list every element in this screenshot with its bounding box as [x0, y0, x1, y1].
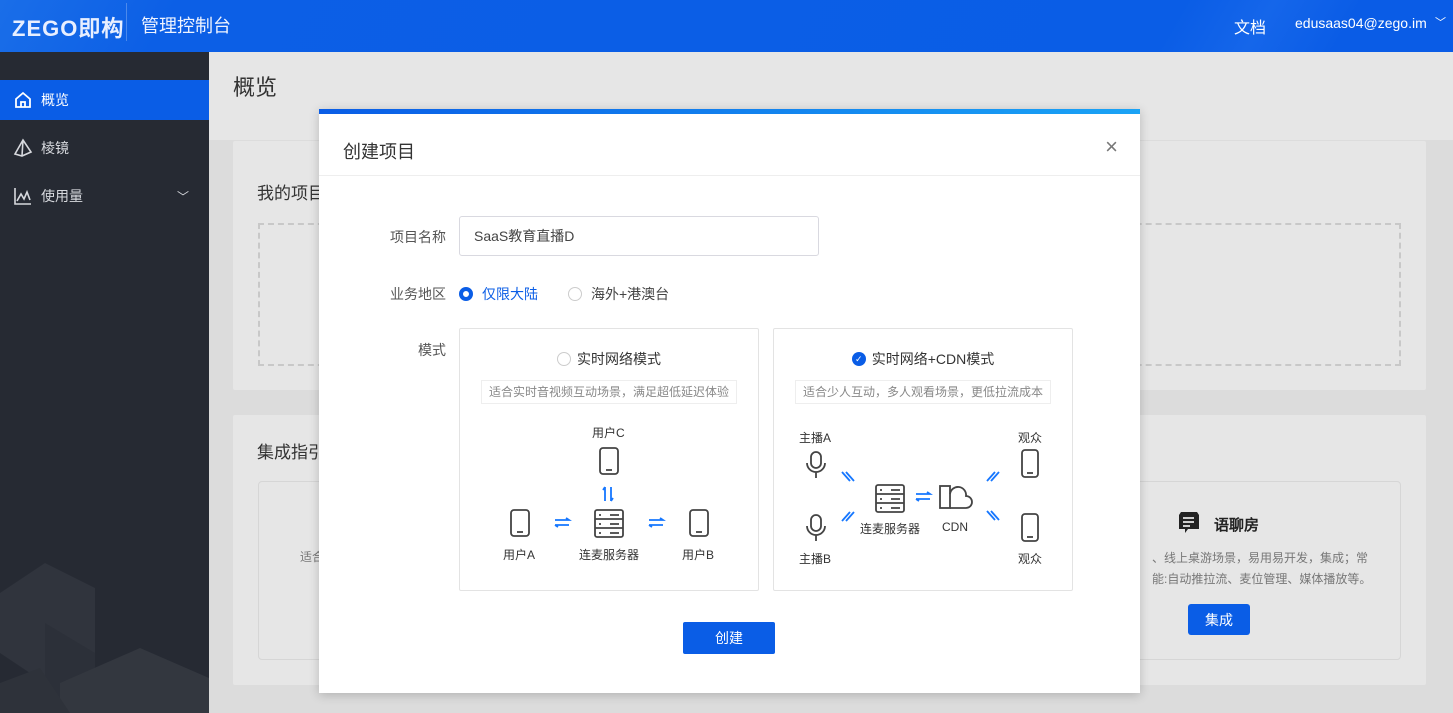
- server-icon: [594, 509, 624, 538]
- region-radio-mainland[interactable]: 仅限大陆: [459, 284, 538, 304]
- zego-logo[interactable]: ZEGO即构: [12, 11, 124, 43]
- chevron-down-icon[interactable]: ﹀: [177, 188, 189, 205]
- diagram-label: 连麦服务器: [860, 522, 921, 536]
- voice-room-title: 语聊房: [1214, 517, 1260, 534]
- project-name-label: 项目名称: [390, 229, 446, 245]
- sidebar-item-label: 使用量: [41, 188, 83, 204]
- region-label: 业务地区: [390, 286, 446, 302]
- page-title: 概览: [233, 75, 278, 100]
- diagram-label: 观众: [1018, 552, 1043, 566]
- header-divider: [126, 3, 127, 41]
- sidebar: 概览 棱镜 使用量 ﹀: [0, 52, 209, 713]
- create-button[interactable]: 创建: [683, 622, 775, 654]
- bidirectional-arrow-icon: [841, 471, 1000, 522]
- user-menu[interactable]: edusaas04@zego.im: [1295, 15, 1427, 31]
- integrate-button[interactable]: 集成: [1188, 604, 1250, 635]
- diagram-label: CDN: [942, 520, 968, 534]
- project-name-input[interactable]: [459, 216, 819, 256]
- radio-unchecked-icon: [568, 287, 582, 301]
- diagram-label: 主播A: [799, 431, 832, 445]
- app-title: 管理控制台: [141, 16, 231, 36]
- sidebar-item-overview[interactable]: 概览: [0, 80, 209, 120]
- diagram-label: 用户C: [592, 426, 625, 440]
- microphone-icon: [806, 514, 826, 541]
- chat-room-icon: [1179, 512, 1199, 533]
- cdn-icon: [939, 485, 973, 509]
- create-project-modal: 创建项目 × 项目名称 业务地区 仅限大陆 海外+港澳台 模式 实时网络模式 适…: [319, 109, 1140, 693]
- home-icon: [15, 91, 31, 108]
- radio-label: 仅限大陆: [482, 286, 538, 302]
- integration-title: 集成指引: [257, 443, 325, 462]
- sidebar-item-label: 概览: [41, 92, 69, 108]
- diagram-label: 主播B: [799, 552, 832, 566]
- my-projects-title: 我的项目: [257, 184, 325, 203]
- sidebar-item-label: 棱镜: [41, 140, 69, 156]
- mode-option-rtc[interactable]: 实时网络模式 适合实时音视频互动场景，满足超低延迟体验 用户C 用户A 连麦服务…: [459, 328, 759, 591]
- microphone-icon: [806, 451, 826, 478]
- desc-line: 、线上桌游场景，易用易开发，集成；常: [1152, 551, 1369, 565]
- diagram-label: 观众: [1018, 431, 1043, 445]
- sidebar-item-prism[interactable]: 棱镜: [0, 128, 209, 168]
- diagram-label: 用户A: [503, 548, 536, 562]
- mode-label: 模式: [418, 342, 446, 358]
- docs-link[interactable]: 文档: [1234, 14, 1266, 38]
- server-icon: [875, 484, 905, 513]
- radio-checked-icon: [459, 287, 473, 301]
- desc-line: 能:自动推拉流、麦位管理、媒体播放等。: [1152, 572, 1372, 586]
- region-radio-overseas[interactable]: 海外+港澳台: [568, 284, 669, 304]
- close-icon[interactable]: ×: [1105, 134, 1118, 160]
- diagram-label: 用户B: [682, 548, 715, 562]
- voice-room-desc: 、线上桌游场景，易用易开发，集成；常 能:自动推拉流、麦位管理、媒体播放等。: [1152, 548, 1371, 590]
- top-header: ZEGO即构 管理控制台 文档 edusaas04@zego.im ﹀: [0, 0, 1453, 52]
- diagram-label: 连麦服务器: [579, 548, 640, 562]
- modal-title: 创建项目: [343, 142, 415, 162]
- radio-label: 海外+港澳台: [591, 286, 670, 302]
- chevron-down-icon[interactable]: ﹀: [1435, 14, 1446, 30]
- prism-icon: [13, 138, 33, 157]
- sidebar-item-usage[interactable]: 使用量 ﹀: [0, 176, 209, 216]
- chart-icon: [14, 188, 31, 205]
- modal-header: 创建项目 ×: [319, 114, 1140, 176]
- decorative-cubes: [0, 563, 209, 713]
- mode-option-rtc-cdn[interactable]: ✓ 实时网络+CDN模式 适合少人互动，多人观看场景，更低拉流成本 主播A 主播B…: [773, 328, 1073, 591]
- bidirectional-arrow-icon: [554, 486, 666, 528]
